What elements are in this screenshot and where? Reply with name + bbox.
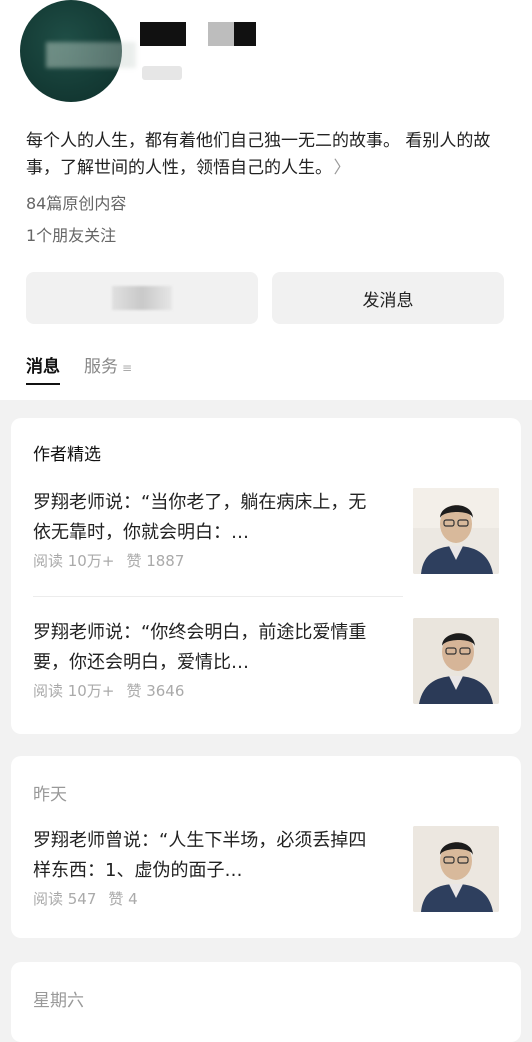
article-stats: 阅读 10万+ 赞 1887 — [33, 550, 184, 571]
person-photo-icon — [413, 488, 499, 574]
tab-label: 服务 — [84, 357, 118, 377]
date-group-card: 昨天 罗翔老师曾说：“人生下半场，必须丢掉四样东西：1、虚伪的面子… 阅读 54… — [11, 756, 521, 938]
person-photo-icon — [413, 618, 499, 704]
divider — [33, 596, 403, 597]
like-count: 赞 3646 — [126, 682, 185, 700]
chevron-right-icon[interactable]: 〉 — [334, 158, 351, 178]
like-count: 赞 4 — [108, 890, 138, 908]
article-thumbnail — [413, 826, 499, 912]
account-id-blurred — [142, 66, 182, 80]
article-thumbnail — [413, 618, 499, 704]
avatar-blur-overlay — [46, 42, 136, 68]
article-thumbnail — [413, 488, 499, 574]
article-title: 罗翔老师说：“当你老了，躺在病床上，无依无靠时，你就会明白：… — [33, 492, 367, 543]
original-content-count[interactable]: 84篇原创内容 — [26, 190, 126, 214]
profile-header: 每个人的人生，都有着他们自己独一无二的故事。 看别人的故事，了解世间的人性，领悟… — [0, 0, 532, 400]
profile-bio[interactable]: 每个人的人生，都有着他们自己独一无二的故事。 看别人的故事，了解世间的人性，领悟… — [26, 128, 512, 182]
article-stats: 阅读 547 赞 4 — [33, 888, 138, 909]
featured-card: 作者精选 罗翔老师说：“当你老了，躺在病床上，无依无靠时，你就会明白：… 阅读 … — [11, 418, 521, 734]
date-heading: 星期六 — [33, 991, 84, 1011]
date-group-card: 星期六 — [11, 962, 521, 1042]
account-name-mosaic — [140, 22, 186, 46]
tab-label: 消息 — [26, 357, 60, 377]
menu-icon: ≡ — [122, 361, 133, 375]
person-photo-icon — [413, 826, 499, 912]
friends-following[interactable]: 1个朋友关注 — [26, 222, 116, 246]
account-name-mosaic — [208, 22, 234, 46]
tab-services[interactable]: 服务 ≡ — [84, 352, 132, 385]
article-title: 罗翔老师曾说：“人生下半场，必须丢掉四样东西：1、虚伪的面子… — [33, 830, 367, 881]
read-count: 阅读 10万+ — [33, 552, 115, 570]
bio-text: 每个人的人生，都有着他们自己独一无二的故事。 看别人的故事，了解世间的人性，领悟… — [26, 131, 491, 178]
tab-bar: 消息 服务 ≡ — [26, 352, 132, 385]
read-count: 阅读 547 — [33, 890, 97, 908]
account-name-mosaic — [234, 22, 256, 46]
section-title: 作者精选 — [33, 445, 101, 465]
article-item[interactable]: 罗翔老师说：“你终会明白，前途比爱情重要，你还会明白，爱情比… 阅读 10万+ 赞… — [33, 618, 499, 706]
follow-button[interactable] — [26, 272, 258, 324]
article-stats: 阅读 10万+ 赞 3646 — [33, 680, 184, 701]
send-message-button[interactable]: 发消息 — [272, 272, 504, 324]
tab-messages[interactable]: 消息 — [26, 352, 60, 385]
article-item[interactable]: 罗翔老师说：“当你老了，躺在病床上，无依无靠时，你就会明白：… 阅读 10万+ 赞… — [33, 488, 499, 576]
like-count: 赞 1887 — [126, 552, 185, 570]
article-item[interactable]: 罗翔老师曾说：“人生下半场，必须丢掉四样东西：1、虚伪的面子… 阅读 547 赞 … — [33, 826, 499, 914]
article-title: 罗翔老师说：“你终会明白，前途比爱情重要，你还会明白，爱情比… — [33, 622, 367, 673]
date-heading: 昨天 — [33, 785, 67, 805]
follow-button-blurred-label — [112, 286, 172, 310]
read-count: 阅读 10万+ — [33, 682, 115, 700]
